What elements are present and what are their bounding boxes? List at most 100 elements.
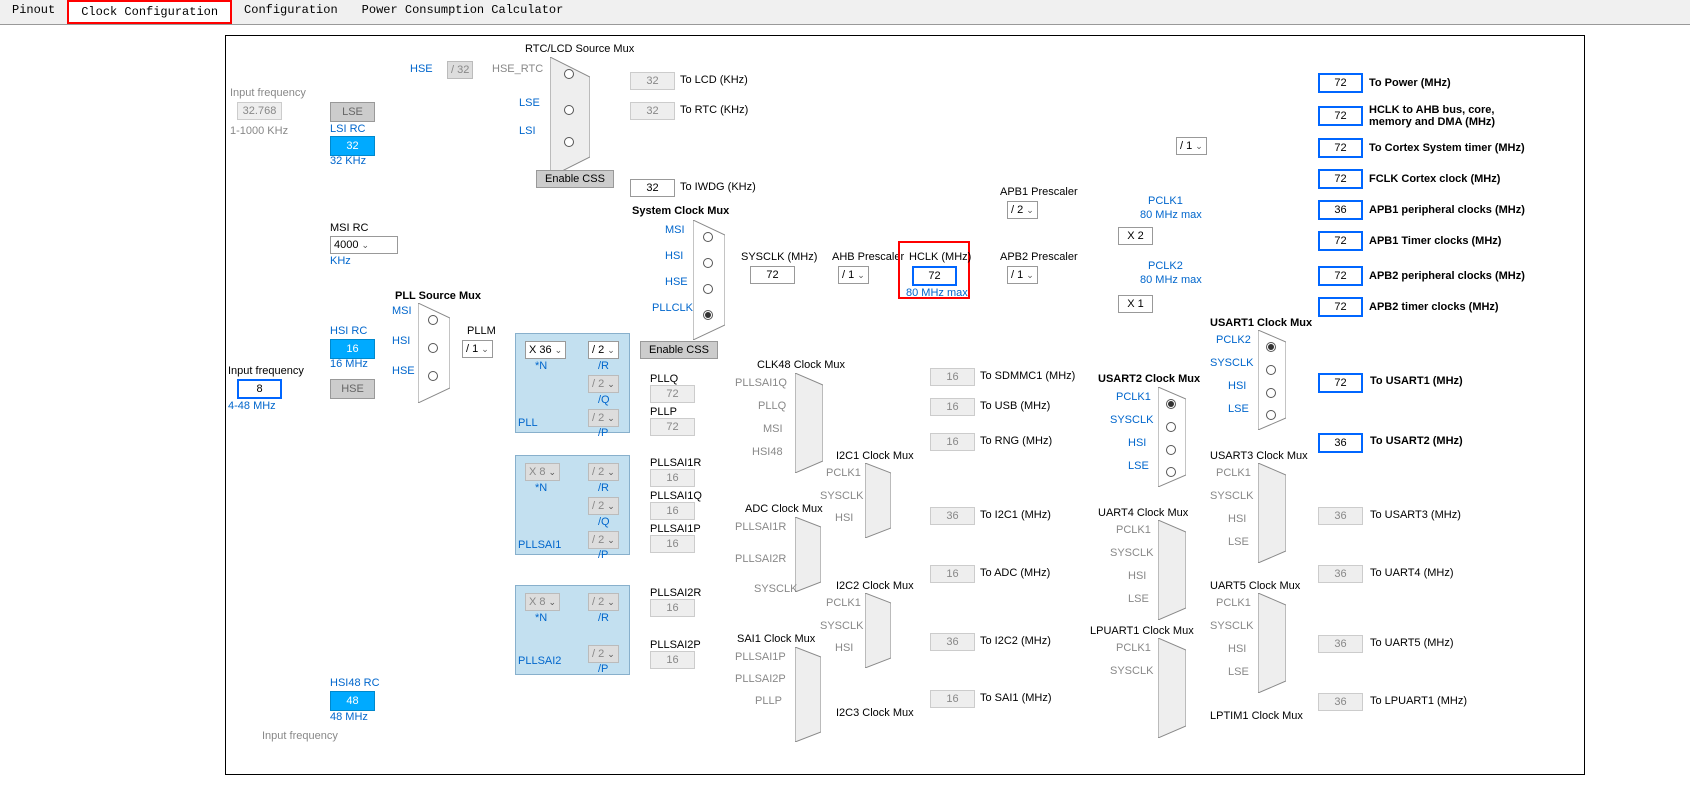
- sai1-mux[interactable]: [795, 647, 821, 742]
- tab-clock-configuration[interactable]: Clock Configuration: [67, 0, 232, 24]
- usart1-hsi: HSI: [1228, 380, 1246, 392]
- uart5-pclk1: PCLK1: [1216, 597, 1251, 609]
- pclk1-label: PCLK1: [1148, 195, 1183, 207]
- adc-mux-title: ADC Clock Mux: [745, 503, 823, 515]
- hsi48-rc-label: HSI48 RC: [330, 677, 380, 689]
- to-lcd: To LCD (KHz): [680, 74, 748, 86]
- uart4-lse: LSE: [1128, 593, 1149, 605]
- uart5-mux-title: UART5 Clock Mux: [1210, 580, 1300, 592]
- pll-p-dd[interactable]: / 2⌄: [588, 409, 619, 427]
- input-freq-label-3: Input frequency: [262, 730, 338, 742]
- i2c2-pclk1: PCLK1: [826, 597, 861, 609]
- pll-hsi-in: HSI: [392, 335, 410, 347]
- sai1-q-dd[interactable]: / 2⌄: [588, 497, 619, 515]
- hsi48-source[interactable]: 48: [330, 691, 375, 711]
- enable-css-btn-2[interactable]: Enable CSS: [640, 341, 718, 359]
- i2c1-mux-title: I2C1 Clock Mux: [836, 450, 914, 462]
- usb-val: 16: [930, 398, 975, 416]
- msi-dd[interactable]: 4000⌄: [330, 236, 398, 254]
- pll-src-mux[interactable]: [418, 303, 450, 403]
- out-apb1t: 72APB1 Timer clocks (MHz): [1318, 231, 1501, 251]
- to-usart1: To USART1 (MHz): [1370, 375, 1463, 387]
- pllm-dd[interactable]: / 1⌄: [462, 340, 493, 358]
- tab-pinout[interactable]: Pinout: [0, 0, 67, 24]
- hsi-source[interactable]: 16: [330, 339, 375, 359]
- sai1-sai1p: PLLSAI1P: [735, 651, 786, 663]
- pclk2-label: PCLK2: [1148, 260, 1183, 272]
- x2-box: X 2: [1118, 227, 1153, 245]
- out-apb2p: 72APB2 peripheral clocks (MHz): [1318, 266, 1525, 286]
- pll-r-label: /R: [598, 360, 609, 372]
- lse-mux-in: LSE: [519, 97, 540, 109]
- out-apb1p: 36APB1 peripheral clocks (MHz): [1318, 200, 1525, 220]
- i2c3-mux-title: I2C3 Clock Mux: [836, 707, 914, 719]
- sai1-r-dd[interactable]: / 2⌄: [588, 463, 619, 481]
- lse-source[interactable]: LSE: [330, 102, 375, 122]
- to-lpuart1: To LPUART1 (MHz): [1370, 695, 1467, 707]
- rtc-div32[interactable]: / 32: [447, 61, 473, 79]
- uart5-hsi: HSI: [1228, 643, 1246, 655]
- usart3-mux[interactable]: [1258, 463, 1286, 563]
- sai2p-out: 16: [650, 651, 695, 669]
- tab-configuration[interactable]: Configuration: [232, 0, 350, 24]
- enable-css-btn-1[interactable]: Enable CSS: [536, 170, 614, 188]
- tab-power[interactable]: Power Consumption Calculator: [350, 0, 576, 24]
- adc-mux[interactable]: [795, 517, 821, 592]
- pll-n-label: *N: [535, 360, 547, 372]
- clk48-mux[interactable]: [795, 373, 823, 473]
- pll-q-dd[interactable]: / 2⌄: [588, 375, 619, 393]
- sai2-r-dd[interactable]: / 2⌄: [588, 593, 619, 611]
- pll-src-mux-title: PLL Source Mux: [395, 290, 481, 302]
- uart5-mux[interactable]: [1258, 593, 1286, 693]
- apb1-dd[interactable]: / 2⌄: [1007, 201, 1038, 219]
- rtc-mux-title: RTC/LCD Source Mux: [525, 43, 634, 55]
- i2c1-hsi: HSI: [835, 512, 853, 524]
- rtc-mux[interactable]: [550, 57, 590, 177]
- tab-bar: Pinout Clock Configuration Configuration…: [0, 0, 1690, 25]
- usart1-val[interactable]: 72: [1318, 373, 1363, 393]
- sai1-p-dd[interactable]: / 2⌄: [588, 531, 619, 549]
- sai1-r-label: /R: [598, 482, 609, 494]
- lsi-unit: 32 KHz: [330, 155, 366, 167]
- clk48-pllq: PLLQ: [758, 400, 786, 412]
- lpuart1-mux[interactable]: [1158, 638, 1186, 738]
- uart4-val: 36: [1318, 565, 1363, 583]
- usart1-mux[interactable]: [1258, 330, 1286, 430]
- i2c1-sysclk: SYSCLK: [820, 490, 863, 502]
- i2c1-mux[interactable]: [865, 463, 891, 538]
- lsi-source[interactable]: 32: [330, 136, 375, 156]
- apb2-pre-label: APB2 Prescaler: [1000, 251, 1078, 263]
- sai1p-out-label: PLLSAI1P: [650, 523, 701, 535]
- pll-n-dd[interactable]: X 36⌄: [525, 341, 566, 359]
- sai2-n-dd[interactable]: X 8⌄: [525, 593, 560, 611]
- usart2-mux[interactable]: [1158, 387, 1186, 487]
- sys-div-dd[interactable]: / 1⌄: [1176, 137, 1207, 155]
- i2c2-mux[interactable]: [865, 593, 891, 668]
- apb2-dd[interactable]: / 1⌄: [1007, 266, 1038, 284]
- pll-q-label: /Q: [598, 394, 610, 406]
- sysclk-mux[interactable]: [693, 220, 725, 340]
- out-apb2t: 72APB2 timer clocks (MHz): [1318, 297, 1499, 317]
- usart3-lse: LSE: [1228, 536, 1249, 548]
- sai2-p-dd[interactable]: / 2⌄: [588, 645, 619, 663]
- sysclk-val[interactable]: 72: [750, 266, 795, 284]
- uart4-mux[interactable]: [1158, 520, 1186, 620]
- out-power: 72To Power (MHz): [1318, 73, 1451, 93]
- hclk-val[interactable]: 72: [912, 266, 957, 286]
- usart2-pclk1: PCLK1: [1116, 391, 1151, 403]
- sai1-n-label: *N: [535, 482, 547, 494]
- uart5-lse: LSE: [1228, 666, 1249, 678]
- sai1-n-dd[interactable]: X 8⌄: [525, 463, 560, 481]
- lse-freq-input[interactable]: 32.768: [237, 102, 282, 120]
- hse-source[interactable]: HSE: [330, 379, 375, 399]
- ahb-dd[interactable]: / 1⌄: [838, 266, 869, 284]
- lcd-val: 32: [630, 72, 675, 90]
- hse-freq-input[interactable]: 8: [237, 379, 282, 399]
- to-sdmmc: To SDMMC1 (MHz): [980, 370, 1075, 382]
- pllp-out-label: PLLP: [650, 406, 677, 418]
- pll-r-dd[interactable]: / 2⌄: [588, 341, 619, 359]
- to-adc: To ADC (MHz): [980, 567, 1050, 579]
- to-uart4: To UART4 (MHz): [1370, 567, 1454, 579]
- usart2-val[interactable]: 36: [1318, 433, 1363, 453]
- hse-rtc-label: HSE_RTC: [492, 63, 543, 75]
